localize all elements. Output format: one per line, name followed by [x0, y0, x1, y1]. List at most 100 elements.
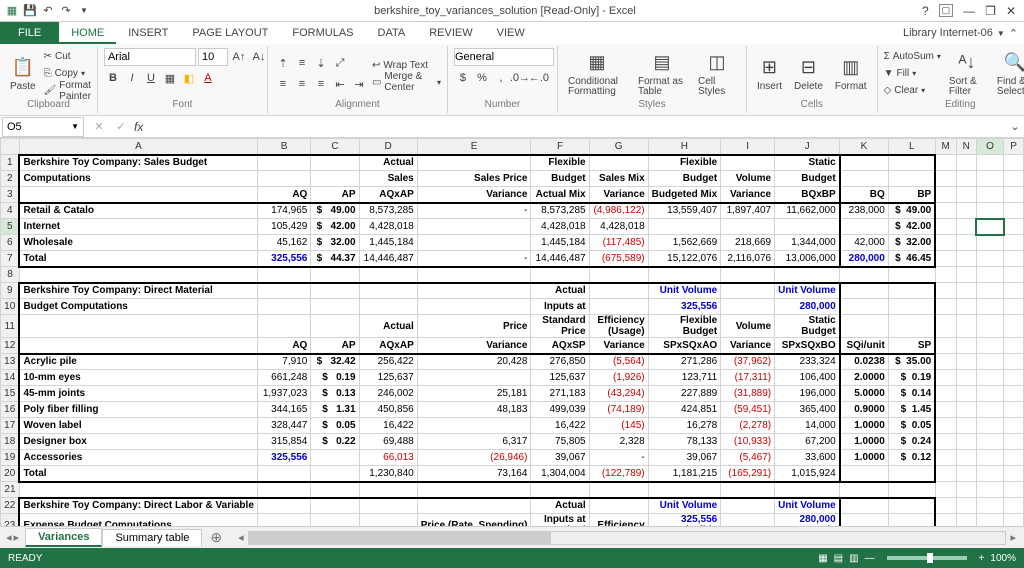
cell[interactable]: Actual Mix: [531, 187, 589, 203]
cell[interactable]: 271,183: [531, 386, 589, 402]
cell[interactable]: Actual: [359, 315, 417, 338]
cell[interactable]: Flexible: [648, 155, 721, 171]
row-header-21[interactable]: 21: [1, 482, 20, 498]
cell[interactable]: StandardPrice: [531, 315, 589, 338]
cell[interactable]: $ 35.00: [888, 354, 935, 370]
cell[interactable]: Internet: [19, 219, 257, 235]
cell[interactable]: Unit Volume: [775, 498, 840, 514]
cell[interactable]: (37,962): [721, 354, 775, 370]
cell[interactable]: BQxBP: [775, 187, 840, 203]
cell[interactable]: [840, 466, 889, 482]
cell[interactable]: FlexibleBudget: [648, 315, 721, 338]
cell[interactable]: Retail & Catalo: [19, 203, 257, 219]
cell[interactable]: [257, 498, 310, 514]
cell[interactable]: [721, 299, 775, 315]
font-name-input[interactable]: [104, 48, 196, 66]
row-header-22[interactable]: 22: [1, 498, 20, 514]
cell[interactable]: $ 0.05: [888, 418, 935, 434]
cell[interactable]: (1,926): [589, 370, 648, 386]
cell[interactable]: (165,291): [721, 466, 775, 482]
cell[interactable]: 5.0000: [840, 386, 889, 402]
cell[interactable]: Accessories: [19, 450, 257, 466]
select-all-corner[interactable]: [1, 139, 20, 155]
cell[interactable]: 1,304,004: [531, 466, 589, 482]
cell[interactable]: 1.0000: [840, 434, 889, 450]
number-format-select[interactable]: [454, 48, 554, 66]
cell[interactable]: 39,067: [648, 450, 721, 466]
cell[interactable]: (17,311): [721, 370, 775, 386]
format-painter-button[interactable]: 🖌Format Painter: [44, 83, 91, 99]
cell[interactable]: 325,556: [648, 299, 721, 315]
cell[interactable]: [311, 514, 359, 527]
cell[interactable]: 196,000: [775, 386, 840, 402]
save-icon[interactable]: 💾: [22, 3, 38, 19]
cell[interactable]: Sales Price: [417, 171, 531, 187]
align-left-icon[interactable]: ≡: [274, 75, 292, 93]
row-header-16[interactable]: 16: [1, 402, 20, 418]
cell[interactable]: 8,573,285: [531, 203, 589, 219]
cell[interactable]: Expense Budget Computations: [19, 514, 257, 527]
cell[interactable]: [888, 514, 935, 527]
cell[interactable]: [359, 283, 417, 299]
cell[interactable]: [257, 171, 310, 187]
col-header-O[interactable]: O: [976, 139, 1003, 155]
cell[interactable]: $ 0.24: [888, 434, 935, 450]
decrease-decimal-icon[interactable]: ←.0: [530, 69, 548, 87]
cell[interactable]: 1,897,407: [721, 203, 775, 219]
cell[interactable]: Sales Mix: [589, 171, 648, 187]
row-header-20[interactable]: 20: [1, 466, 20, 482]
cell[interactable]: Budget: [648, 171, 721, 187]
cell[interactable]: $ 1.45: [888, 402, 935, 418]
cell-styles-button[interactable]: ◫Cell Styles: [694, 51, 740, 97]
cell[interactable]: Flexible: [531, 155, 589, 171]
cell[interactable]: [589, 283, 648, 299]
cell[interactable]: Variance: [417, 338, 531, 354]
cell[interactable]: [417, 219, 531, 235]
cell[interactable]: $ 0.14: [888, 386, 935, 402]
cell[interactable]: [359, 299, 417, 315]
cell[interactable]: [840, 299, 889, 315]
cell[interactable]: [888, 498, 935, 514]
cell[interactable]: 14,446,487: [359, 251, 417, 267]
cell[interactable]: $ 42.00: [311, 219, 359, 235]
cell[interactable]: [721, 514, 775, 527]
row-header-3[interactable]: 3: [1, 187, 20, 203]
worksheet-area[interactable]: ABCDEFGHIJKLMNOP1Berkshire Toy Company: …: [0, 138, 1024, 526]
cell[interactable]: $ 0.13: [311, 386, 359, 402]
row-header-13[interactable]: 13: [1, 354, 20, 370]
cell[interactable]: [775, 219, 840, 235]
cell[interactable]: 328,447: [257, 418, 310, 434]
cell[interactable]: [840, 498, 889, 514]
row-header-2[interactable]: 2: [1, 171, 20, 187]
font-color-button[interactable]: A: [199, 69, 217, 87]
row-header-15[interactable]: 15: [1, 386, 20, 402]
cell[interactable]: [359, 514, 417, 527]
cell[interactable]: $ 44.37: [311, 251, 359, 267]
cell[interactable]: (74,189): [589, 402, 648, 418]
cell[interactable]: [721, 283, 775, 299]
cell[interactable]: $ 32.00: [311, 235, 359, 251]
increase-decimal-icon[interactable]: .0→: [511, 69, 529, 87]
cell[interactable]: Woven label: [19, 418, 257, 434]
cell[interactable]: 256,422: [359, 354, 417, 370]
align-bottom-icon[interactable]: ⇣: [312, 54, 330, 72]
cell[interactable]: $ 32.00: [888, 235, 935, 251]
tab-file[interactable]: FILE: [0, 22, 59, 44]
cell[interactable]: Actual: [531, 283, 589, 299]
row-header-10[interactable]: 10: [1, 299, 20, 315]
cell[interactable]: $ 0.12: [888, 450, 935, 466]
cell[interactable]: 42,000: [840, 235, 889, 251]
cell[interactable]: AP: [311, 187, 359, 203]
cell[interactable]: (5,564): [589, 354, 648, 370]
cell[interactable]: Unit Volume: [775, 283, 840, 299]
cell[interactable]: Variance: [721, 187, 775, 203]
cell[interactable]: 1,937,023: [257, 386, 310, 402]
tab-view[interactable]: VIEW: [485, 22, 537, 44]
cell[interactable]: -: [589, 450, 648, 466]
cell[interactable]: [311, 450, 359, 466]
cell[interactable]: 20,428: [417, 354, 531, 370]
cell[interactable]: [311, 155, 359, 171]
cell[interactable]: Budget: [775, 171, 840, 187]
cell[interactable]: [721, 219, 775, 235]
cell[interactable]: Price (Rate, Spending): [417, 514, 531, 527]
